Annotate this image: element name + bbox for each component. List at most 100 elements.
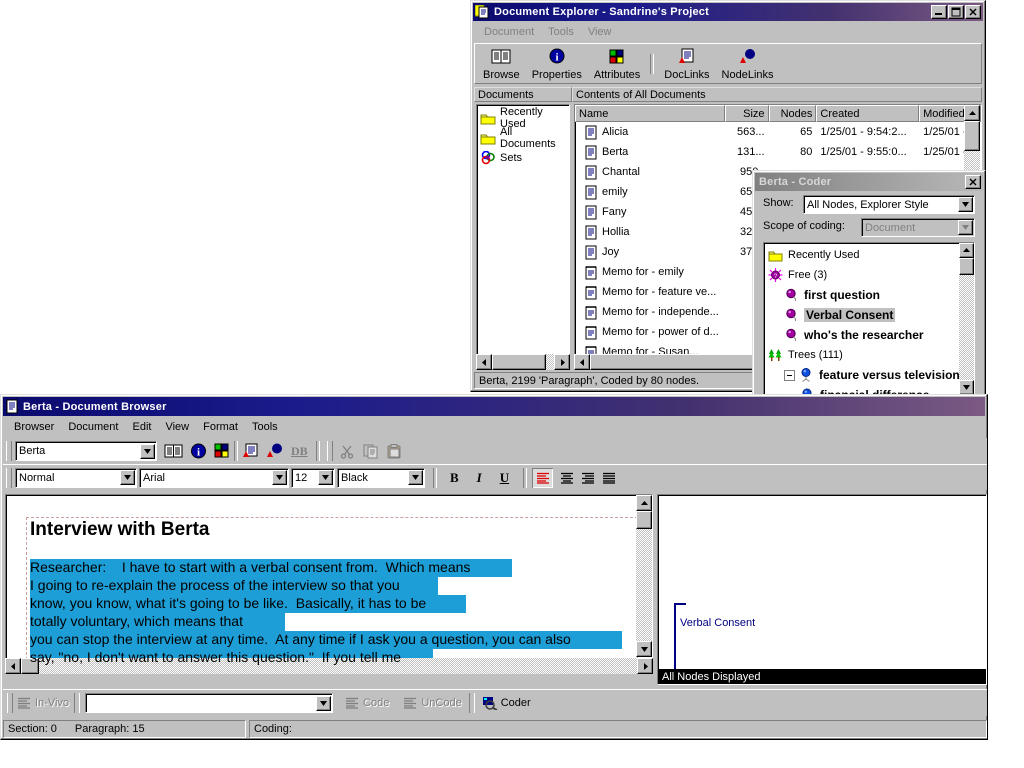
copy-icon[interactable] xyxy=(363,444,379,459)
document-text-area[interactable]: Interview with Berta Researcher: I have … xyxy=(5,494,653,674)
column-header-name[interactable]: Name xyxy=(575,105,725,122)
toolbar-grip-3[interactable] xyxy=(6,467,12,488)
coder-titlebar[interactable]: Berta - Coder xyxy=(755,173,983,191)
hscroll-thumb[interactable] xyxy=(492,354,546,370)
chevron-down-icon[interactable] xyxy=(408,470,423,485)
menu-edit[interactable]: Edit xyxy=(125,420,158,434)
browser-titlebar[interactable]: Berta - Document Browser xyxy=(3,397,985,416)
explorer-titlebar[interactable]: Document Explorer - Sandrine's Project xyxy=(473,3,983,21)
scroll-up-arrow[interactable] xyxy=(964,105,980,121)
hscroll-track[interactable] xyxy=(492,354,554,370)
doc-scroll-left-arrow[interactable] xyxy=(5,658,21,674)
coder-vscroll-track[interactable] xyxy=(959,258,974,380)
chevron-down-icon[interactable] xyxy=(140,443,155,459)
table-row[interactable]: Alicia 563... 65 1/25/01 - 9:54:2... 1/25/01… xyxy=(575,122,981,142)
align-justify-icon[interactable] xyxy=(602,472,616,484)
chevron-down-icon[interactable] xyxy=(316,695,332,711)
document-line[interactable]: totally voluntary, which means that xyxy=(30,613,630,631)
document-line[interactable]: say, "no, I don't want to answer this qu… xyxy=(30,649,630,667)
scroll-left-arrow[interactable] xyxy=(476,354,492,370)
coder-tree-item[interactable]: feature versus television xyxy=(764,365,974,385)
menu-browser[interactable]: Browser xyxy=(7,420,61,434)
menu-tools-browser[interactable]: Tools xyxy=(245,420,285,434)
toolbar-browse-button[interactable]: Browse xyxy=(477,46,526,82)
document-browser-window[interactable]: Berta - Document Browser Browser Documen… xyxy=(0,394,988,740)
coder-vscroll-thumb[interactable] xyxy=(959,258,974,275)
menu-tools[interactable]: Tools xyxy=(541,25,581,39)
column-header-size[interactable]: Size xyxy=(724,105,769,122)
toolbar-nodelinks-button[interactable]: NodeLinks xyxy=(716,46,780,82)
explorer-menubar[interactable]: Document Tools View xyxy=(473,23,983,41)
menu-document-browser[interactable]: Document xyxy=(61,420,125,434)
column-header-created[interactable]: Created xyxy=(816,105,920,122)
align-center-icon[interactable] xyxy=(560,472,574,484)
browser-menubar[interactable]: Browser Document Edit View Format Tools xyxy=(3,417,985,436)
doc-scroll-down-arrow[interactable] xyxy=(636,641,652,657)
doclinks-icon[interactable] xyxy=(242,443,259,459)
font-combo[interactable]: Arial xyxy=(139,467,289,488)
italic-button[interactable]: I xyxy=(477,470,482,486)
underline-button[interactable]: U xyxy=(500,470,509,486)
toolbar-attributes-button[interactable]: Attributes xyxy=(588,46,646,82)
coder-tree-item[interactable]: Recently Used xyxy=(764,245,974,265)
browser-toolbar-row2[interactable]: Normal Arial 12 Black B I U xyxy=(3,464,987,490)
sidebar-item-all-documents[interactable]: All Documents xyxy=(480,126,569,150)
list-scroll-left-arrow[interactable] xyxy=(574,354,590,370)
explorer-maximize-button[interactable] xyxy=(948,5,964,19)
document-line[interactable]: know, you know, what it's going to be li… xyxy=(30,595,630,613)
table-row[interactable]: Berta 131... 80 1/25/01 - 9:55:0... 1/25/01 … xyxy=(575,142,981,162)
node-entry-combo[interactable] xyxy=(85,693,334,713)
doc-scroll-up-arrow[interactable] xyxy=(636,495,652,511)
paste-icon[interactable] xyxy=(387,443,402,459)
toolbar-properties-button[interactable]: i Properties xyxy=(526,46,588,82)
toolbar-grip-2[interactable] xyxy=(326,441,333,461)
document-paragraph[interactable]: Researcher: I have to start with a verba… xyxy=(30,559,630,667)
coder-toolbar-button[interactable]: Coder xyxy=(482,696,531,710)
style-combo[interactable]: Normal xyxy=(15,467,137,488)
coder-tree-item[interactable]: ? Free (3) xyxy=(764,265,974,285)
coding-stripe-pane[interactable]: Verbal Consent All Nodes Displayed xyxy=(657,494,987,685)
scroll-right-arrow[interactable] xyxy=(554,354,570,370)
expander-minus-icon[interactable] xyxy=(784,369,795,381)
document-line[interactable]: you can stop the interview at any time. … xyxy=(30,631,630,649)
documents-list-header[interactable]: Name Size Nodes Created Modified xyxy=(575,105,981,122)
explorer-close-button[interactable] xyxy=(965,5,981,19)
coder-tree-vscrollbar[interactable] xyxy=(959,243,974,395)
invivo-button[interactable]: In-Vivo xyxy=(17,697,69,709)
browser-bottom-toolbar[interactable]: In-Vivo Code UnCode Coder xyxy=(3,689,987,716)
chevron-down-icon[interactable] xyxy=(958,197,973,212)
coder-tree-item[interactable]: first question xyxy=(764,285,974,305)
sidebar-item-sets[interactable]: Sets xyxy=(480,148,569,168)
show-combo[interactable]: All Nodes, Explorer Style xyxy=(803,195,975,214)
menu-document[interactable]: Document xyxy=(477,25,541,39)
coder-tree-body[interactable]: Recently Used? Free (3) first question Verb… xyxy=(764,243,974,395)
sidebar-item-recently-used[interactable]: Recently Used xyxy=(480,106,569,130)
bold-button[interactable]: B xyxy=(450,470,459,486)
document-line[interactable]: Researcher: I have to start with a verba… xyxy=(30,559,630,577)
column-header-nodes[interactable]: Nodes xyxy=(768,105,817,122)
document-vscrollbar[interactable] xyxy=(636,495,652,657)
toolbar-doclinks-button[interactable]: DocLinks xyxy=(658,46,715,82)
doc-vscroll-thumb[interactable] xyxy=(636,511,652,529)
vscroll-thumb[interactable] xyxy=(964,121,980,151)
document-select-combo[interactable]: Berta xyxy=(15,441,157,461)
nodelinks-icon[interactable] xyxy=(266,443,283,459)
align-right-icon[interactable] xyxy=(581,472,595,484)
browse-book-icon[interactable] xyxy=(164,443,183,459)
documents-tree-hscrollbar[interactable] xyxy=(476,354,570,370)
explorer-toolbar[interactable]: Browse i Properties Attributes DocLinks … xyxy=(477,45,977,82)
font-size-combo[interactable]: 12 xyxy=(291,467,335,488)
menu-view-browser[interactable]: View xyxy=(158,420,196,434)
coder-tree-item[interactable]: Trees (111) xyxy=(764,345,974,365)
chevron-down-icon-disabled[interactable] xyxy=(958,220,973,235)
bottom-toolbar-grip[interactable] xyxy=(7,693,13,713)
toolbar-grip[interactable] xyxy=(6,441,12,461)
menu-view[interactable]: View xyxy=(581,25,619,39)
align-coded-icon[interactable] xyxy=(532,467,554,488)
code-toolbar-button[interactable]: Code xyxy=(345,697,389,709)
coder-close-button[interactable] xyxy=(965,175,981,189)
document-line[interactable]: I going to re-explain the process of the… xyxy=(30,577,630,595)
scope-combo[interactable]: Document xyxy=(861,218,975,237)
coder-tree-item[interactable]: Verbal Consent xyxy=(764,305,974,325)
doc-vscroll-track[interactable] xyxy=(636,511,652,641)
